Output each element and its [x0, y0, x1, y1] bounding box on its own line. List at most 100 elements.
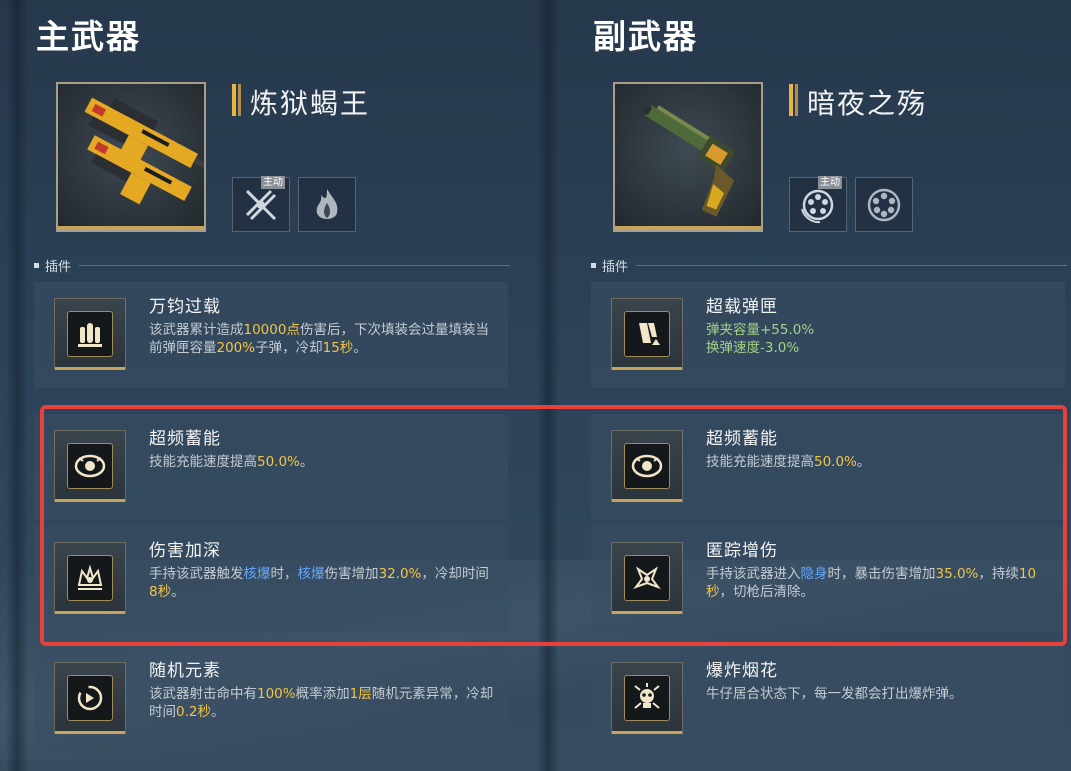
plugin-description: 手持该武器触发核爆时，核爆伤害增加32.0%，冷却时间8秒。 [149, 565, 494, 601]
plugin-name: 超频蓄能 [149, 429, 221, 449]
description-segment: 。 [856, 454, 871, 470]
description-segment: 50.0% [257, 454, 300, 470]
plugins-divider [636, 264, 1067, 266]
plugin-icon-frame [54, 430, 126, 502]
magazine-up-icon [639, 323, 660, 345]
secondary-skill-passive[interactable] [855, 177, 913, 232]
primary-skill-passive[interactable] [298, 177, 356, 232]
plugin-card[interactable]: 伤害加深 手持该武器触发核爆时，核爆伤害增加32.0%，冷却时间8秒。 [34, 526, 508, 632]
plugin-description: 该武器射击命中有100%概率添加1层随机元素异常，冷却时间0.2秒。 [149, 685, 494, 721]
plugins-header: 插件 [591, 256, 1067, 275]
plugin-name: 超频蓄能 [706, 429, 778, 449]
plugin-name: 爆炸烟花 [706, 661, 778, 681]
description-segment: 1层 [349, 686, 372, 702]
description-segment: 50.0% [814, 454, 857, 470]
primary-weapon-panel: 主武器 炼狱蝎王 主动 插件 万钧过载 该武器累计造成10000点伤害后，下次填… [28, 0, 510, 771]
description-segment: ，冷却时间 [421, 566, 489, 582]
plugin-card[interactable]: 爆炸烟花 牛仔居合状态下，每一发都会打出爆炸弹。 [591, 646, 1065, 752]
description-segment: 32.0% [378, 566, 422, 582]
description-segment: ，持续 [978, 566, 1019, 582]
primary-skill-active[interactable]: 主动 [232, 176, 290, 232]
plugin-icon-frame [611, 662, 683, 734]
weapon-name-accent [789, 84, 793, 116]
plugin-name: 超载弹匣 [706, 297, 778, 317]
bullet-square-icon [34, 262, 39, 268]
description-segment: 概率添加 [295, 686, 350, 702]
description-segment: 手持该武器触发 [149, 566, 244, 582]
description-segment: 手持该武器进入 [706, 566, 801, 582]
description-segment: 技能充能速度提高 [149, 454, 257, 470]
background-divider [537, 0, 559, 771]
primary-weapon-image[interactable] [56, 82, 206, 232]
active-tag: 主动 [818, 176, 842, 189]
description-segment: 。 [353, 340, 367, 356]
secondary-weapon-image[interactable] [613, 82, 763, 232]
description-segment: 100% [257, 686, 296, 702]
description-segment: 8秒 [149, 584, 172, 600]
plugin-description: 该武器累计造成10000点伤害后，下次填装会过量填装当前弹匣容量200%子弹，冷… [149, 321, 494, 357]
description-segment: 隐身 [800, 566, 828, 582]
description-segment: 技能充能速度提高 [706, 454, 814, 470]
bullet-square-icon [591, 262, 596, 268]
background-divider [6, 0, 28, 771]
description-segment: 。 [299, 454, 314, 470]
plugin-description: 技能充能速度提高50.0%。 [706, 453, 1051, 471]
description-segment: 子弹，冷却 [255, 340, 323, 356]
plugin-name: 随机元素 [149, 661, 221, 681]
description-segment: 弹夹容量+55.0% [706, 322, 815, 338]
weapon-name-accent [232, 84, 236, 116]
plugin-icon-frame [54, 298, 126, 370]
secondary-weapon-panel: 副武器 暗夜之殇 主动 插件 超载弹匣 弹夹容量+55.0% 换弹速度-3.0%… [585, 0, 1067, 771]
plugin-card[interactable]: 匿踪增伤 手持该武器进入隐身时，暴击伤害增加35.0%，持续10秒，切枪后清除。 [591, 526, 1065, 632]
weapon-image-underline [58, 226, 204, 230]
description-segment: 。 [210, 704, 225, 720]
weapon-image-underline [615, 226, 761, 230]
plugin-card[interactable]: 超频蓄能 技能充能速度提高50.0%。 [34, 414, 508, 520]
plugin-description: 弹夹容量+55.0% 换弹速度-3.0% [706, 321, 1051, 357]
plugin-card[interactable]: 超载弹匣 弹夹容量+55.0% 换弹速度-3.0% [591, 282, 1065, 388]
flame-icon [316, 188, 338, 219]
primary-weapon-title: 主武器 [36, 17, 141, 56]
plugin-name: 万钧过载 [149, 297, 221, 317]
plugin-description: 技能充能速度提高50.0%。 [149, 453, 494, 471]
crown-burst-icon [77, 564, 103, 590]
plugin-card[interactable]: 万钧过载 该武器累计造成10000点伤害后，下次填装会过量填装当前弹匣容量200… [34, 282, 508, 388]
element-swirl-icon [77, 685, 103, 711]
plugin-card[interactable]: 随机元素 该武器射击命中有100%概率添加1层随机元素异常，冷却时间0.2秒。 [34, 646, 508, 752]
plugin-name: 匿踪增伤 [706, 541, 778, 561]
plugin-icon-frame [611, 430, 683, 502]
plugins-divider [79, 264, 510, 266]
firework-skull-icon [634, 683, 660, 709]
description-segment: 15秒 [322, 340, 354, 356]
active-tag: 主动 [261, 176, 285, 189]
revolver-cylinder-spin-icon [801, 189, 834, 223]
plugin-icon-frame [611, 542, 683, 614]
description-segment: 时，暴击伤害增加 [827, 566, 936, 582]
eye-icon [631, 454, 663, 478]
revolver-cylinder-icon [867, 188, 901, 221]
stealth-burst-icon [633, 566, 661, 590]
description-segment: 。 [171, 584, 185, 600]
secondary-skill-active[interactable]: 主动 [789, 176, 847, 232]
rifle-icon [84, 97, 204, 205]
weapon-name-accent [238, 84, 241, 116]
description-segment: 200% [216, 340, 256, 356]
description-segment: 换弹速度-3.0% [706, 340, 800, 356]
plugins-header: 插件 [34, 256, 510, 275]
revolver-icon [642, 105, 735, 217]
description-segment: 时， [270, 566, 298, 582]
plugin-card[interactable]: 超频蓄能 技能充能速度提高50.0%。 [591, 414, 1065, 520]
weapon-name-accent [795, 84, 798, 116]
description-segment: 核爆 [297, 566, 325, 582]
crossed-guns-icon [245, 189, 277, 220]
description-segment: 10000点 [243, 322, 300, 338]
description-segment: 伤害增加 [324, 566, 379, 582]
description-segment: ，切枪后清除。 [719, 584, 815, 600]
bullets-icon [78, 323, 102, 347]
plugins-label: 插件 [45, 259, 72, 275]
plugin-description: 手持该武器进入隐身时，暴击伤害增加35.0%，持续10秒，切枪后清除。 [706, 565, 1051, 601]
plugin-icon-frame [611, 298, 683, 370]
plugins-label: 插件 [602, 259, 629, 275]
description-segment: 该武器累计造成 [149, 322, 244, 338]
description-segment: 核爆 [243, 566, 271, 582]
